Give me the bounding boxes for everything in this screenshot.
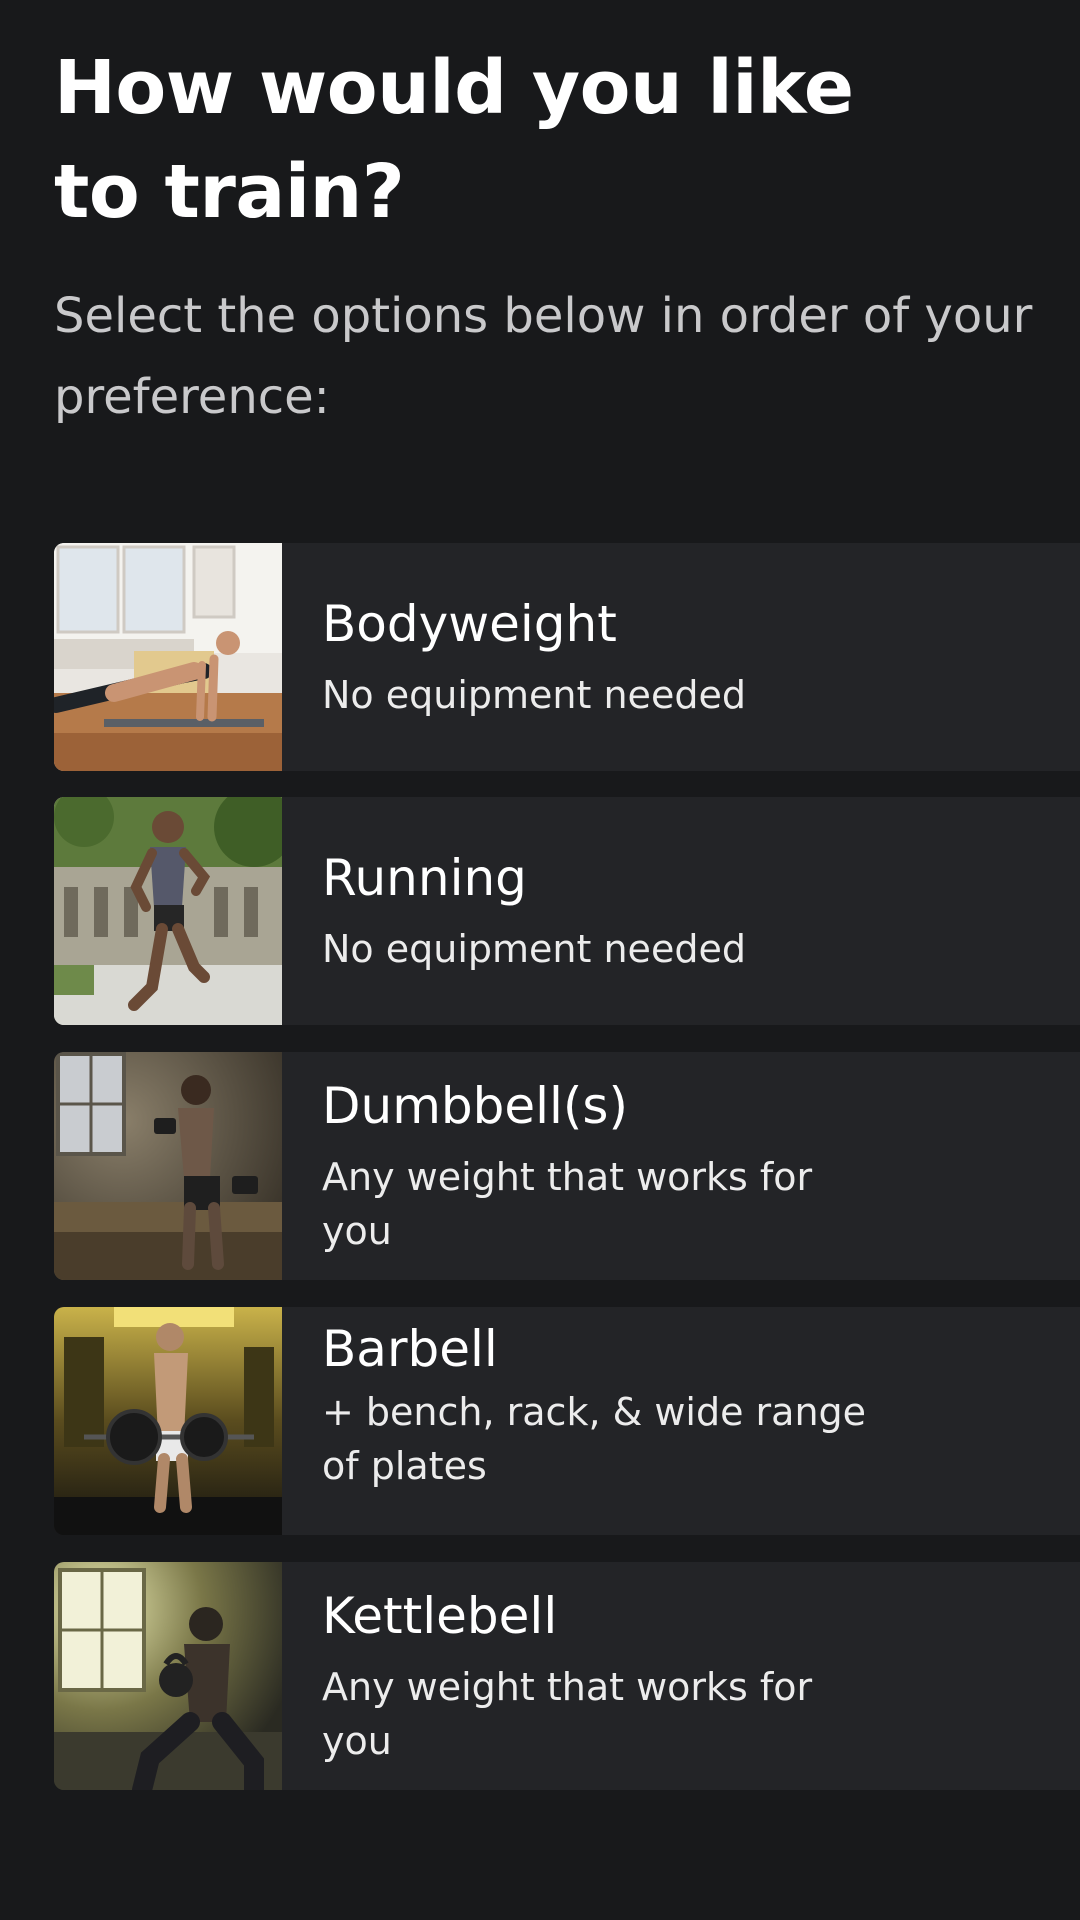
- option-description: Any weight that works for you: [322, 1155, 813, 1253]
- option-title: Dumbbell(s): [322, 1077, 628, 1135]
- kettlebell-image: [54, 1562, 282, 1790]
- option-barbell[interactable]: Barbell + bench, rack, & wide range of p…: [54, 1307, 1080, 1535]
- option-dumbbells[interactable]: Dumbbell(s) Any weight that works for yo…: [54, 1052, 1080, 1280]
- option-title: Running: [322, 849, 527, 907]
- option-running[interactable]: Running No equipment needed: [54, 797, 1080, 1025]
- option-title: Bodyweight: [322, 595, 617, 653]
- barbell-image: [54, 1307, 282, 1535]
- bodyweight-image: [54, 543, 282, 771]
- option-description: Any weight that works for you: [322, 1665, 813, 1763]
- option-description: No equipment needed: [322, 927, 746, 971]
- page-subtitle: Select the options below in order of you…: [54, 288, 1033, 425]
- running-image: [54, 797, 282, 1025]
- option-description: + bench, rack, & wide range of plates: [322, 1390, 867, 1488]
- page-title: How would you like to train?: [54, 45, 854, 235]
- option-title: Barbell: [322, 1320, 498, 1378]
- dumbbell-image: [54, 1052, 282, 1280]
- option-title: Kettlebell: [322, 1587, 558, 1645]
- option-description: No equipment needed: [322, 673, 746, 717]
- option-kettlebell[interactable]: Kettlebell Any weight that works for you: [54, 1562, 1080, 1790]
- option-bodyweight[interactable]: Bodyweight No equipment needed: [54, 543, 1080, 771]
